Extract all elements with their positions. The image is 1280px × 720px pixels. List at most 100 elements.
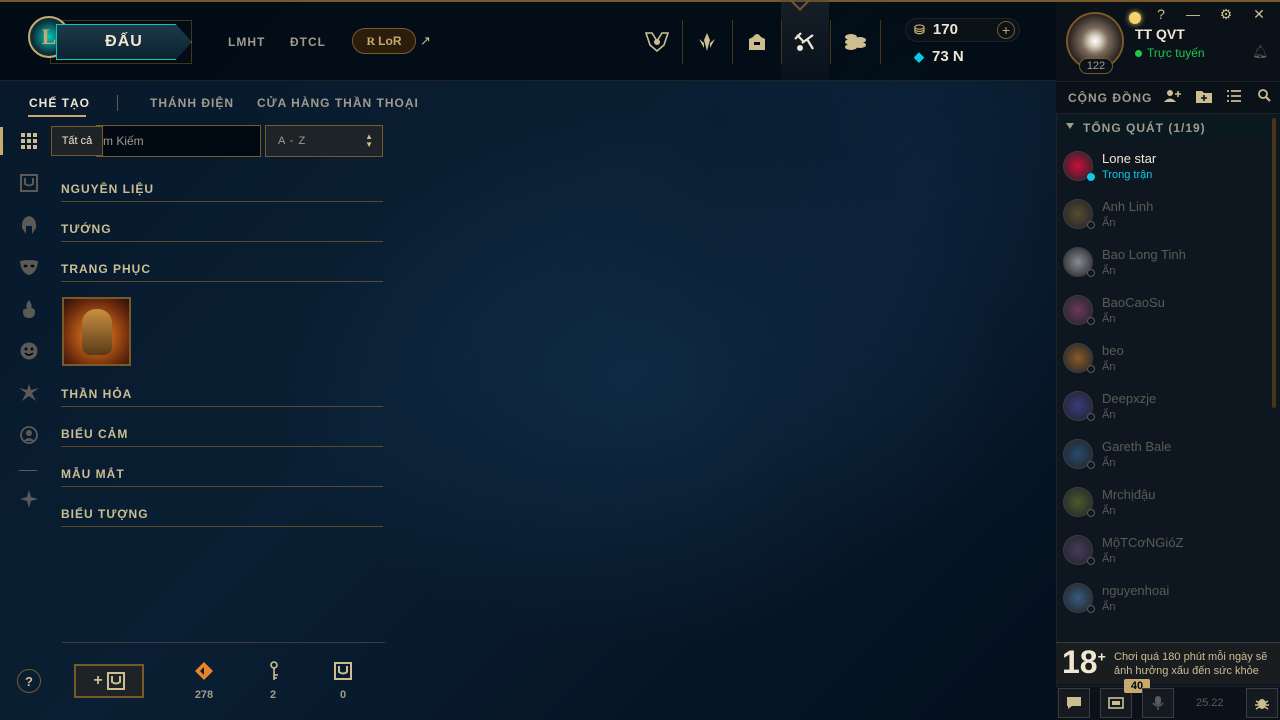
category-materials[interactable]: NGUYÊN LIỆU (61, 182, 383, 202)
add-folder-icon[interactable] (1195, 89, 1213, 106)
friend-status-dot-icon (1087, 173, 1095, 181)
emote-face-icon[interactable] (18, 340, 40, 362)
friend-status-dot-icon (1087, 605, 1095, 613)
rp-display: ⛁ 170 (914, 21, 958, 38)
bug-report-icon[interactable] (1246, 688, 1278, 718)
separator (880, 20, 881, 64)
orange-essence-count: 278 (194, 689, 214, 701)
chest-filter-icon[interactable] (18, 172, 40, 194)
friend-name: Mrchịđậu (1102, 487, 1156, 502)
plus-icon: + (93, 672, 103, 689)
active-filter-indicator (0, 127, 3, 155)
filter-tooltip: Tất cả (51, 126, 103, 156)
friend-status-dot-icon (1087, 221, 1095, 229)
eye-skin-icon[interactable] (18, 382, 40, 404)
search-icon[interactable] (1255, 89, 1273, 105)
friend-status-dot-icon (1087, 413, 1095, 421)
tab-crafting[interactable]: CHẾ TẠO (29, 96, 90, 110)
friend-list-item[interactable]: Anh Linh Ẩn (1058, 192, 1270, 240)
settings-gear-icon[interactable]: ⚙ (1216, 6, 1236, 23)
profile-icon-filter-icon[interactable] (18, 424, 40, 446)
nav-lmht[interactable]: LMHT (228, 35, 265, 49)
list-view-icon[interactable] (1225, 89, 1243, 105)
ward-flame-icon[interactable] (18, 298, 40, 320)
friend-list-item[interactable]: Mrchịđậu Ẩn (1058, 480, 1270, 528)
grid-all-icon[interactable] (18, 130, 40, 152)
friend-list-item[interactable]: Deepxzje Ẩn (1058, 384, 1270, 432)
chat-icon[interactable] (1058, 688, 1090, 718)
friend-status: Ẩn (1102, 313, 1116, 325)
chest-count-icon (331, 660, 355, 682)
add-chest-button[interactable]: + (74, 664, 144, 698)
skin-shard-tile[interactable] (62, 297, 131, 366)
voice-mic-icon[interactable] (1142, 688, 1174, 718)
notification-bell-icon[interactable]: 🔔︎ (1252, 44, 1269, 60)
add-friend-icon[interactable] (1164, 89, 1182, 106)
chest-count: 0 (339, 689, 347, 701)
friend-list-item[interactable]: Bao Long Tinh Ẩn (1058, 240, 1270, 288)
friend-status-dot-icon (1087, 461, 1095, 469)
close-icon[interactable]: ✕ (1249, 6, 1269, 23)
friend-list-scrollbar[interactable] (1272, 118, 1276, 408)
sort-dropdown[interactable]: A - Z ▲ ▼ (265, 125, 383, 157)
nav-dtcl[interactable]: ĐTCL (290, 35, 326, 49)
health-warning-text: Chơi quá 180 phút mỗi ngày sẽ ảnh hưởng … (1114, 651, 1268, 677)
category-champions[interactable]: TƯỚNG (61, 222, 383, 242)
lor-button[interactable]: R LoR (352, 28, 416, 54)
rp-value: 170 (932, 21, 958, 38)
friend-name: Bao Long Tinh (1102, 247, 1186, 262)
friend-status: Ẩn (1102, 265, 1116, 277)
help-icon[interactable]: ? (1151, 6, 1171, 22)
key-count: 2 (269, 689, 277, 701)
champion-helmet-icon[interactable] (18, 214, 40, 236)
tab-sanctum[interactable]: THÁNH ĐIỆN (150, 96, 234, 110)
tab-mythic-shop[interactable]: CỬA HÀNG THẦN THOẠI (257, 96, 419, 110)
friend-status: Ẩn (1102, 505, 1116, 517)
category-skins[interactable]: TRANG PHỤC (61, 262, 383, 282)
tab-separator (117, 95, 118, 111)
minimize-icon[interactable]: — (1183, 6, 1203, 22)
key-icon (262, 660, 286, 682)
separator (682, 20, 683, 64)
patch-version: 25.22 (1196, 697, 1224, 709)
loot-search-input[interactable]: m Kiếm (96, 125, 261, 157)
be-display: ◆ 73 N (914, 48, 964, 65)
friend-group-label[interactable]: TỔNG QUÁT (1/19) (1083, 121, 1206, 135)
orange-essence-icon (192, 660, 216, 682)
footer-divider (62, 642, 385, 643)
friend-status-dot-icon (1087, 317, 1095, 325)
category-icons[interactable]: BIỂU TƯỢNG (61, 507, 383, 527)
friend-status: Trong trận (1102, 169, 1153, 181)
friend-status: Ẩn (1102, 553, 1116, 565)
sun-icon (1129, 12, 1141, 24)
collection-bag-icon[interactable] (739, 24, 775, 60)
friend-status-dot-icon (1087, 509, 1095, 517)
play-button[interactable]: ĐẤU (56, 24, 192, 60)
friend-list-item[interactable]: Gareth Bale Ẩn (1058, 432, 1270, 480)
category-emotes[interactable]: BIỂU CẢM (61, 427, 383, 447)
profile-status[interactable]: Trực tuyến (1135, 46, 1205, 60)
buy-rp-button[interactable]: + (997, 21, 1015, 39)
other-loot-icon[interactable] (18, 488, 40, 510)
friend-list-item[interactable]: Lone star Trong trận (1058, 144, 1270, 192)
friend-list-item[interactable]: nguyenhoai Ẩn (1058, 576, 1270, 624)
caret-down-icon (1066, 123, 1074, 129)
friend-list-item[interactable]: BaoCaoSu Ẩn (1058, 288, 1270, 336)
mastery-icon[interactable] (689, 24, 725, 60)
friend-name: nguyenhoai (1102, 583, 1170, 598)
friend-status: Ẩn (1102, 457, 1116, 469)
friend-status-dot-icon (1087, 269, 1095, 277)
social-title: CỘNG ĐỒNG (1068, 91, 1153, 105)
category-eye-skins[interactable]: MẪU MẮT (61, 467, 383, 487)
friend-name: Lone star (1102, 151, 1157, 166)
skin-mask-icon[interactable] (18, 256, 40, 278)
crafting-help-icon[interactable]: ? (17, 669, 41, 693)
friend-list-item[interactable]: beo Ẩn (1058, 336, 1270, 384)
skin-artwork (82, 309, 112, 355)
store-coins-icon[interactable] (837, 24, 873, 60)
profile-name[interactable]: TT QVT (1135, 26, 1185, 42)
category-wards[interactable]: THẦN HỎA (61, 387, 383, 407)
crafting-hammer-icon[interactable] (787, 24, 823, 60)
friend-list-item[interactable]: MộTCơNGióZ Ẩn (1058, 528, 1270, 576)
trophy-icon[interactable] (639, 24, 675, 60)
